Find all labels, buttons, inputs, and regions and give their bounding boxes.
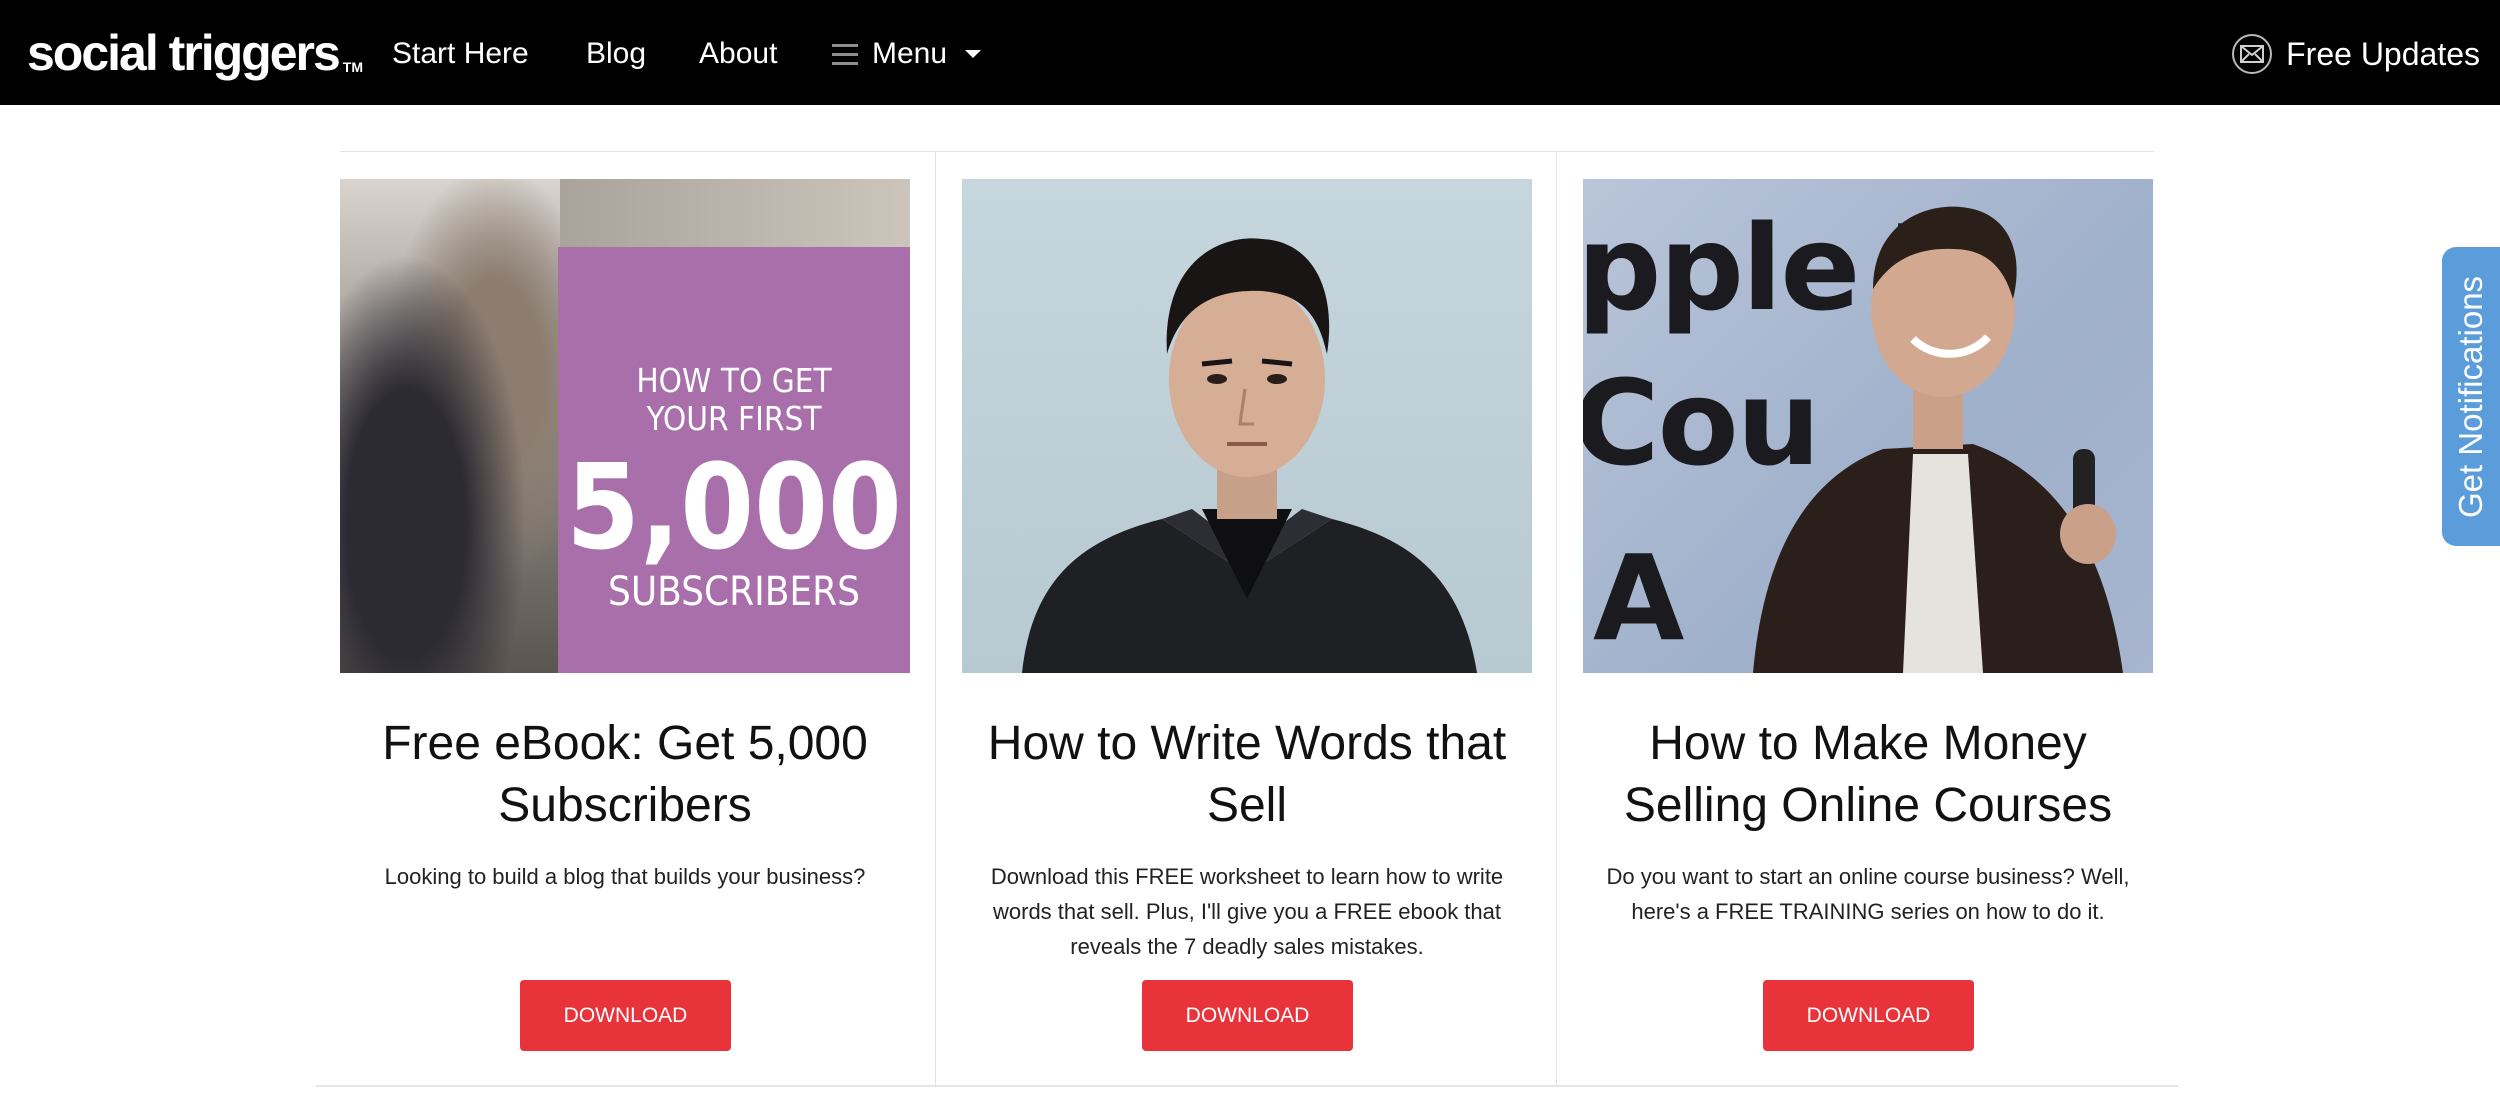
card-title[interactable]: How to Make Money Selling Online Courses — [1583, 713, 2153, 837]
caret-down-icon — [965, 50, 982, 58]
card-description: Download this FREE worksheet to learn ho… — [990, 864, 1504, 959]
blurred-background — [340, 179, 560, 673]
section-divider-top — [340, 151, 2154, 152]
portrait-photo — [1022, 238, 1477, 673]
ebook-cover-panel: HOW TO GET YOUR FIRST 5,000 SUBSCRIBERS — [558, 247, 910, 673]
card-image-ebook-cover[interactable]: HOW TO GET YOUR FIRST 5,000 SUBSCRIBERS — [340, 179, 910, 673]
nav-link-start-here[interactable]: Start Here — [392, 30, 529, 78]
download-button[interactable]: DOWNLOAD — [520, 980, 731, 1051]
card-ebook-5000-subscribers: HOW TO GET YOUR FIRST 5,000 SUBSCRIBERS … — [340, 179, 910, 1051]
get-notifications-tab[interactable]: Get Notifications — [2442, 247, 2500, 546]
download-button[interactable]: DOWNLOAD — [1142, 980, 1353, 1051]
nav-link-blog[interactable]: Blog — [586, 30, 646, 78]
card-image-portrait[interactable] — [962, 179, 1532, 673]
menu-label: Menu — [872, 37, 948, 70]
free-updates-link[interactable]: Free Updates — [2232, 30, 2480, 78]
card-selling-online-courses: pple T Cou A How to Make Money Selling O… — [1583, 179, 2153, 1051]
hamburger-icon — [832, 43, 858, 65]
section-divider-bottom — [316, 1085, 2178, 1087]
card-title[interactable]: How to Write Words that Sell — [962, 713, 1532, 837]
card-image-speaker[interactable]: pple T Cou A — [1583, 179, 2153, 673]
nav-link-about[interactable]: About — [699, 30, 777, 78]
card-title[interactable]: Free eBook: Get 5,000 Subscribers — [340, 713, 910, 837]
nav-menu-dropdown[interactable]: Menu — [832, 30, 982, 78]
download-button[interactable]: DOWNLOAD — [1763, 980, 1974, 1051]
site-logo[interactable]: social triggers TM — [27, 18, 363, 78]
top-nav-bar: social triggers TM Start Here Blog About… — [0, 0, 2500, 105]
column-divider — [935, 152, 936, 1085]
mail-icon — [2232, 34, 2273, 74]
card-description: Looking to build a blog that builds your… — [384, 864, 866, 889]
column-divider — [1556, 152, 1557, 1085]
speaker-photo — [1753, 206, 2123, 673]
card-description: Do you want to start an online course bu… — [1606, 864, 2130, 924]
get-notifications-label: Get Notifications — [2452, 275, 2489, 518]
free-updates-label: Free Updates — [2286, 36, 2480, 72]
card-write-words-that-sell: How to Write Words that Sell Download th… — [962, 179, 1532, 1051]
